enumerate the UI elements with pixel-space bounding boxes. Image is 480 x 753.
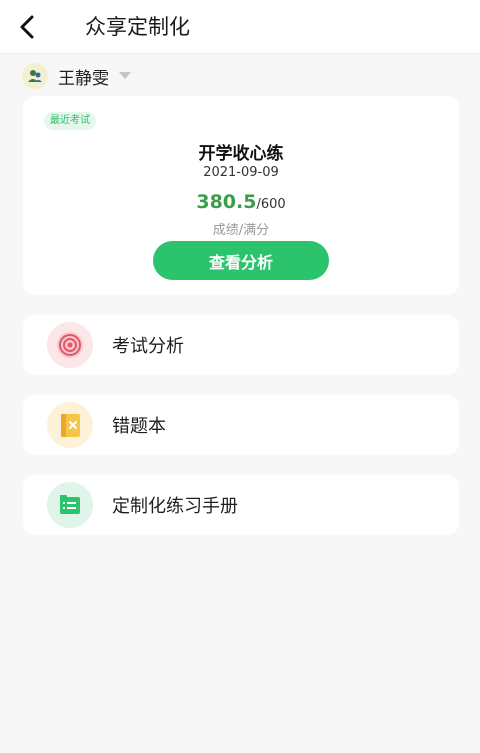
exam-title: 开学收心练 <box>198 144 284 164</box>
notebook-icon <box>47 402 93 448</box>
menu-item-label: 错题本 <box>112 416 166 437</box>
chevron-left-icon <box>20 15 34 39</box>
back-button[interactable] <box>14 13 40 41</box>
menu-item-label: 定制化练习手册 <box>112 496 238 517</box>
score-label: 成绩/满分 <box>212 223 270 238</box>
menu-item-exam-analysis[interactable]: 考试分析 <box>23 315 459 375</box>
score-line: 380.5/600 <box>23 190 459 217</box>
target-icon <box>47 322 93 368</box>
exam-score: 380.5 <box>196 191 257 213</box>
menu-item-label: 考试分析 <box>112 336 184 357</box>
user-name: 王静雯 <box>58 68 109 89</box>
menu-item-wrong-questions[interactable]: 错题本 <box>23 395 459 455</box>
caret-down-icon <box>119 72 131 79</box>
full-score: /600 <box>256 197 286 212</box>
book-icon <box>47 482 93 528</box>
app-header: 众享定制化 <box>0 0 480 54</box>
exam-date: 2021-09-09 <box>203 165 279 180</box>
view-analysis-button[interactable]: 查看分析 <box>153 241 329 280</box>
recent-exam-badge: 最近考试 <box>44 112 96 130</box>
recent-exam-card: 最近考试 开学收心练 2021-09-09 380.5/600 成绩/满分 查看… <box>23 96 459 295</box>
user-selector[interactable]: 王静雯 <box>22 61 131 91</box>
avatar-icon <box>22 63 48 89</box>
page-title: 众享定制化 <box>85 15 190 39</box>
menu-item-practice-book[interactable]: 定制化练习手册 <box>23 475 459 535</box>
